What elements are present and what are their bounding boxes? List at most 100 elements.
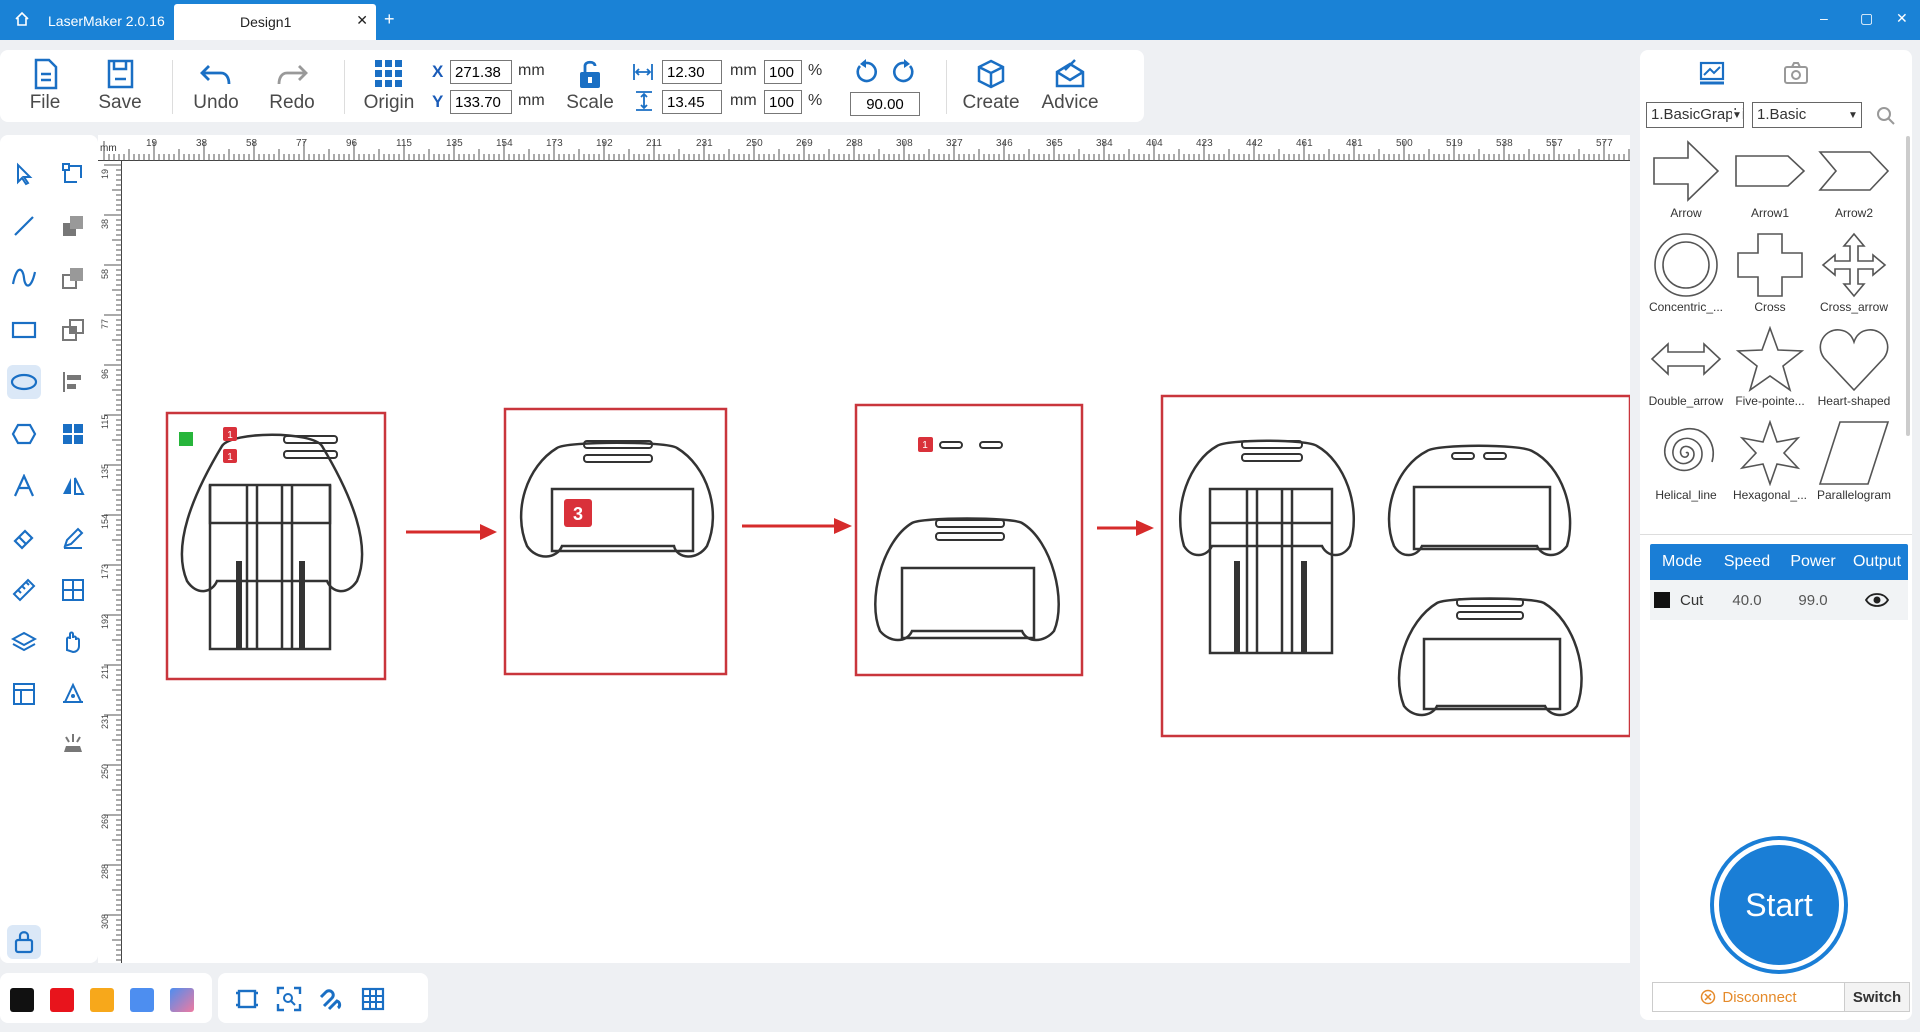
layer-mode[interactable]: Cut: [1670, 592, 1714, 609]
close-tab-icon[interactable]: ✕: [356, 12, 368, 29]
mirror-icon[interactable]: [56, 469, 90, 503]
height-percent-field[interactable]: [764, 90, 802, 114]
shape-hexagonal-star[interactable]: Hexagonal_...: [1728, 416, 1812, 508]
subtract-icon[interactable]: [56, 261, 90, 295]
union-icon[interactable]: [56, 209, 90, 243]
shape-concentric[interactable]: Concentric_...: [1644, 228, 1728, 320]
offset-icon[interactable]: [56, 573, 90, 607]
snap-magnet-icon[interactable]: [318, 986, 344, 1012]
horizontal-ruler-ticks: 19 38 58 77 96 115 135 154 173 192 211 231 250 269 288…: [103, 138, 1630, 161]
shape-library-tab-icon[interactable]: [1698, 60, 1726, 86]
scale-lock-button[interactable]: Scale: [564, 58, 616, 114]
vertical-ruler: 19 38 58 77 96 115 135 154 173 192 211 231 250 269 288…: [98, 161, 122, 963]
eraser-tool-icon[interactable]: [7, 521, 41, 555]
measure-tool-icon[interactable]: [7, 573, 41, 607]
color-swatch-orange[interactable]: [90, 988, 114, 1012]
add-tab-icon[interactable]: +: [384, 9, 395, 30]
polygon-tool-icon[interactable]: [7, 417, 41, 451]
parallelogram-icon: [1818, 421, 1890, 485]
rotate-ccw-icon[interactable]: [852, 58, 880, 86]
home-icon[interactable]: [14, 11, 30, 27]
maximize-icon[interactable]: ▢: [1860, 10, 1873, 27]
width-percent-field[interactable]: [764, 60, 802, 84]
layer-row[interactable]: Cut 40.0 99.0: [1650, 580, 1908, 620]
shape-arrow[interactable]: Arrow: [1644, 134, 1728, 226]
create-button[interactable]: Create: [960, 58, 1022, 114]
fit-page-icon[interactable]: [234, 986, 260, 1012]
y-position-field[interactable]: [450, 90, 512, 114]
minimize-icon[interactable]: ‒: [1820, 10, 1828, 26]
shape-arrow2[interactable]: Arrow2: [1812, 134, 1896, 226]
star-shape-icon: [1735, 326, 1805, 392]
search-icon[interactable]: [1876, 106, 1896, 126]
array-icon[interactable]: [56, 417, 90, 451]
advice-button[interactable]: Advice: [1038, 58, 1102, 114]
cross-shape-icon: [1737, 233, 1803, 297]
ruler-label: 154: [100, 514, 110, 529]
rotation-field[interactable]: [850, 92, 920, 116]
lock-icon[interactable]: [7, 925, 41, 959]
start-button[interactable]: Start: [1714, 840, 1844, 970]
color-swatch-black[interactable]: [10, 988, 34, 1012]
ruler-label: 58: [100, 269, 110, 279]
file-button[interactable]: File: [22, 58, 68, 114]
ruler-label: 269: [796, 138, 813, 149]
hand-icon[interactable]: [56, 625, 90, 659]
x-position-field[interactable]: [450, 60, 512, 84]
origin-button[interactable]: Origin: [360, 58, 418, 114]
library-select[interactable]: 1.BasicGraphics: [1646, 102, 1744, 128]
color-swatch-pink[interactable]: [170, 988, 194, 1012]
table-tool-icon[interactable]: [7, 677, 41, 711]
concentric-circle-icon: [1654, 233, 1718, 297]
design-canvas[interactable]: 1 1 3 1: [122, 161, 1630, 963]
eye-icon[interactable]: [1846, 592, 1908, 608]
shape-cross-arrow[interactable]: Cross_arrow: [1812, 228, 1896, 320]
category-select[interactable]: 1.Basic: [1752, 102, 1862, 128]
camera-tab-icon[interactable]: [1782, 60, 1810, 86]
layer-power[interactable]: 99.0: [1780, 592, 1846, 609]
save-button[interactable]: Save: [94, 58, 146, 114]
layers-icon[interactable]: [7, 625, 41, 659]
shapes-scrollbar[interactable]: [1906, 136, 1910, 436]
zoom-selection-icon[interactable]: [276, 986, 302, 1012]
rotate-cw-icon[interactable]: [890, 58, 918, 86]
width-field[interactable]: [662, 60, 722, 84]
ruler-label: 96: [346, 138, 358, 149]
redo-button[interactable]: Redo: [266, 58, 318, 114]
laser-icon[interactable]: [56, 727, 90, 761]
connection-bar: Disconnect Switch: [1652, 982, 1910, 1012]
arrow2-shape-icon: [1818, 151, 1890, 191]
node-edit-icon[interactable]: [56, 157, 90, 191]
undo-button[interactable]: Undo: [190, 58, 242, 114]
tab-design1[interactable]: Design1 ✕: [174, 4, 376, 40]
shape-double-arrow[interactable]: Double_arrow: [1644, 322, 1728, 414]
curve-tool-icon[interactable]: [7, 261, 41, 295]
grid-icon[interactable]: [360, 986, 386, 1012]
disconnect-button[interactable]: Disconnect: [1653, 983, 1845, 1011]
layer-speed[interactable]: 40.0: [1714, 592, 1780, 609]
arrow1-shape-icon: [1735, 155, 1806, 187]
shape-arrow1[interactable]: Arrow1: [1728, 134, 1812, 226]
align-left-icon[interactable]: [56, 365, 90, 399]
shape-helical-line[interactable]: Helical_line: [1644, 416, 1728, 508]
switch-button[interactable]: Switch: [1845, 983, 1909, 1011]
ellipse-tool-icon[interactable]: [7, 365, 41, 399]
color-swatch-blue[interactable]: [130, 988, 154, 1012]
path-tool-icon[interactable]: [56, 677, 90, 711]
layers-table: Mode Speed Power Output Cut 40.0 99.0: [1650, 544, 1908, 620]
shape-heart[interactable]: Heart-shaped: [1812, 322, 1896, 414]
shape-cross[interactable]: Cross: [1728, 228, 1812, 320]
layer-color-swatch[interactable]: [1654, 592, 1670, 608]
text-tool-icon[interactable]: [7, 469, 41, 503]
layers-header: Mode Speed Power Output: [1650, 544, 1908, 580]
rectangle-tool-icon[interactable]: [7, 313, 41, 347]
intersect-icon[interactable]: [56, 313, 90, 347]
select-tool-icon[interactable]: [7, 157, 41, 191]
line-tool-icon[interactable]: [7, 209, 41, 243]
shape-five-pointed-star[interactable]: Five-pointe...: [1728, 322, 1812, 414]
height-field[interactable]: [662, 90, 722, 114]
shape-parallelogram[interactable]: Parallelogram: [1812, 416, 1896, 508]
color-swatch-red[interactable]: [50, 988, 74, 1012]
edit-pen-icon[interactable]: [56, 521, 90, 555]
close-window-icon[interactable]: ✕: [1896, 10, 1908, 27]
